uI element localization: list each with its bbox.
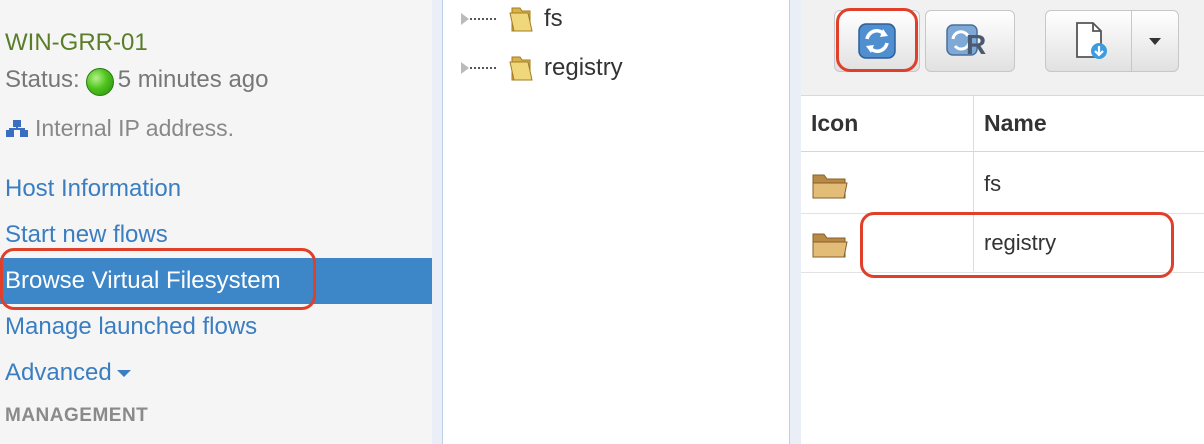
nav-advanced[interactable]: Advanced — [0, 350, 432, 396]
folder-icon — [509, 56, 533, 81]
download-file-icon — [1075, 22, 1107, 59]
expand-arrow-icon[interactable] — [461, 13, 469, 25]
section-header-management: MANAGEMENT — [5, 405, 149, 426]
download-menu-button[interactable] — [1132, 11, 1178, 71]
filesystem-tree: fs registry — [443, 0, 789, 444]
recursive-refresh-icon: R — [946, 24, 986, 60]
svg-text:R: R — [966, 29, 986, 60]
column-header-name[interactable]: Name — [984, 96, 1047, 151]
folder-icon — [509, 7, 533, 32]
nav-manage-launched-flows[interactable]: Manage launched flows — [0, 304, 432, 350]
ip-text: Internal IP address. — [35, 115, 235, 141]
download-button[interactable] — [1046, 11, 1133, 71]
tree-connector — [470, 18, 496, 20]
tree-node-registry[interactable]: registry — [461, 51, 623, 85]
download-button-group — [1045, 10, 1179, 72]
file-name: fs — [984, 171, 1002, 196]
highlight-registry-row — [860, 212, 1174, 278]
table-row-fs[interactable]: fs — [801, 155, 1204, 214]
network-icon — [6, 119, 28, 137]
host-sidebar: WIN-GRR-01 Status: 5 minutes ago Interna… — [0, 0, 433, 444]
ip-info: Internal IP address. — [5, 115, 234, 142]
tree-node-label: registry — [544, 54, 623, 81]
tree-node-fs[interactable]: fs — [461, 2, 563, 36]
tree-connector — [470, 67, 496, 69]
file-grid-header: Icon Name — [801, 96, 1204, 152]
folder-icon — [812, 174, 848, 199]
tree-splitter-left[interactable] — [432, 0, 443, 444]
highlight-refresh-button — [836, 8, 918, 72]
nav-host-information[interactable]: Host Information — [0, 166, 432, 212]
column-header-icon[interactable]: Icon — [811, 96, 858, 151]
highlight-browse-filesystem — [0, 248, 316, 310]
status-online-icon — [85, 68, 114, 96]
chevron-down-icon — [116, 370, 131, 377]
recursive-refresh-button[interactable]: R — [925, 10, 1015, 72]
caret-down-icon — [1149, 37, 1162, 45]
host-name: WIN-GRR-01 — [5, 29, 148, 56]
nav-advanced-label: Advanced — [5, 359, 112, 386]
tree-node-label: fs — [544, 5, 563, 32]
host-status: Status: 5 minutes ago — [5, 66, 269, 96]
folder-icon — [812, 233, 848, 258]
expand-arrow-icon[interactable] — [461, 62, 469, 74]
status-label: Status: — [5, 66, 80, 93]
status-text: 5 minutes ago — [117, 66, 269, 93]
